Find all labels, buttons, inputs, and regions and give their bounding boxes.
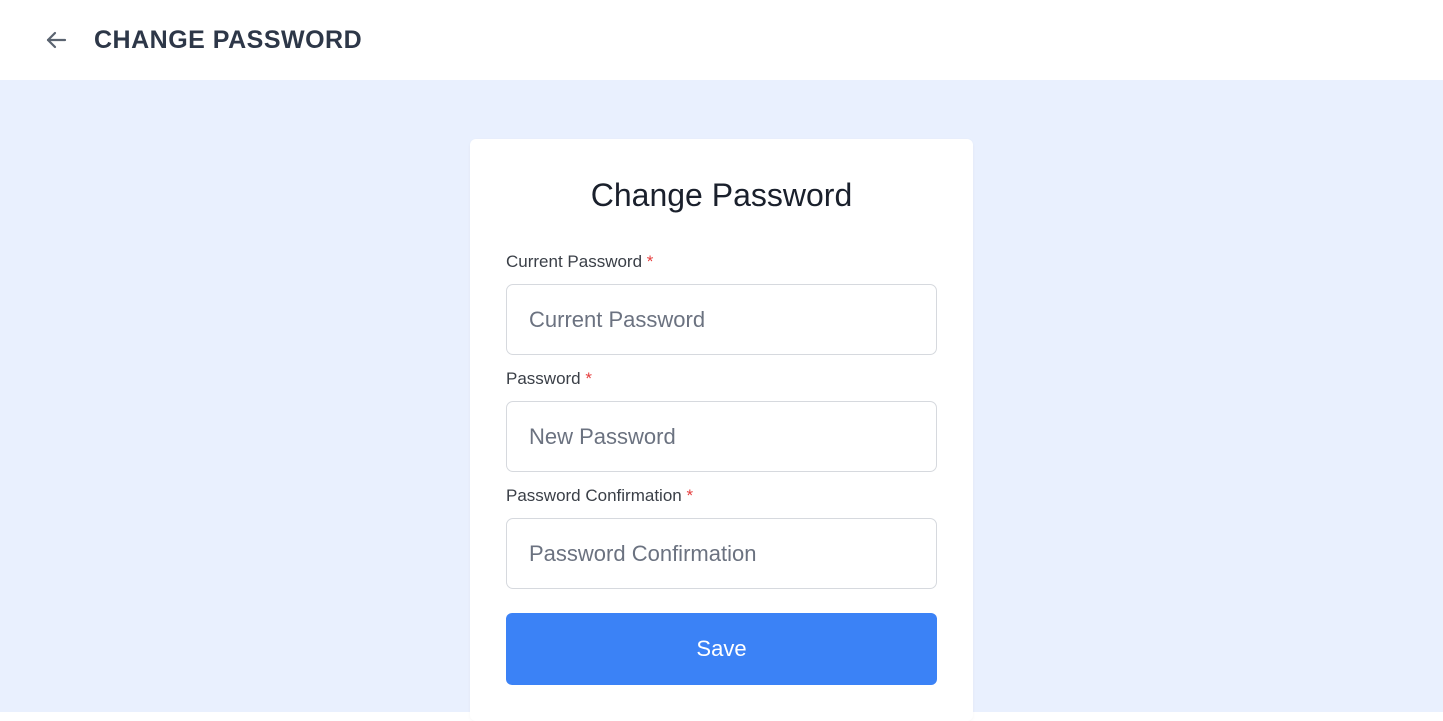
content-area: Change Password Current Password * Passw… bbox=[0, 80, 1443, 712]
required-marker: * bbox=[585, 369, 592, 388]
page-header: CHANGE PASSWORD bbox=[0, 0, 1443, 80]
password-label: Password * bbox=[506, 369, 937, 389]
required-marker: * bbox=[647, 252, 654, 271]
current-password-input[interactable] bbox=[506, 284, 937, 355]
save-button[interactable]: Save bbox=[506, 613, 937, 685]
current-password-label-text: Current Password bbox=[506, 252, 642, 271]
password-confirmation-label: Password Confirmation * bbox=[506, 486, 937, 506]
arrow-left-icon bbox=[44, 28, 68, 52]
back-button[interactable] bbox=[42, 26, 70, 54]
password-confirmation-label-text: Password Confirmation bbox=[506, 486, 682, 505]
password-label-text: Password bbox=[506, 369, 581, 388]
current-password-group: Current Password * bbox=[506, 252, 937, 369]
change-password-card: Change Password Current Password * Passw… bbox=[470, 139, 973, 721]
password-confirmation-group: Password Confirmation * bbox=[506, 486, 937, 603]
password-input[interactable] bbox=[506, 401, 937, 472]
required-marker: * bbox=[686, 486, 693, 505]
card-title: Change Password bbox=[506, 177, 937, 214]
password-group: Password * bbox=[506, 369, 937, 486]
password-confirmation-input[interactable] bbox=[506, 518, 937, 589]
page-title: CHANGE PASSWORD bbox=[94, 26, 362, 55]
current-password-label: Current Password * bbox=[506, 252, 937, 272]
